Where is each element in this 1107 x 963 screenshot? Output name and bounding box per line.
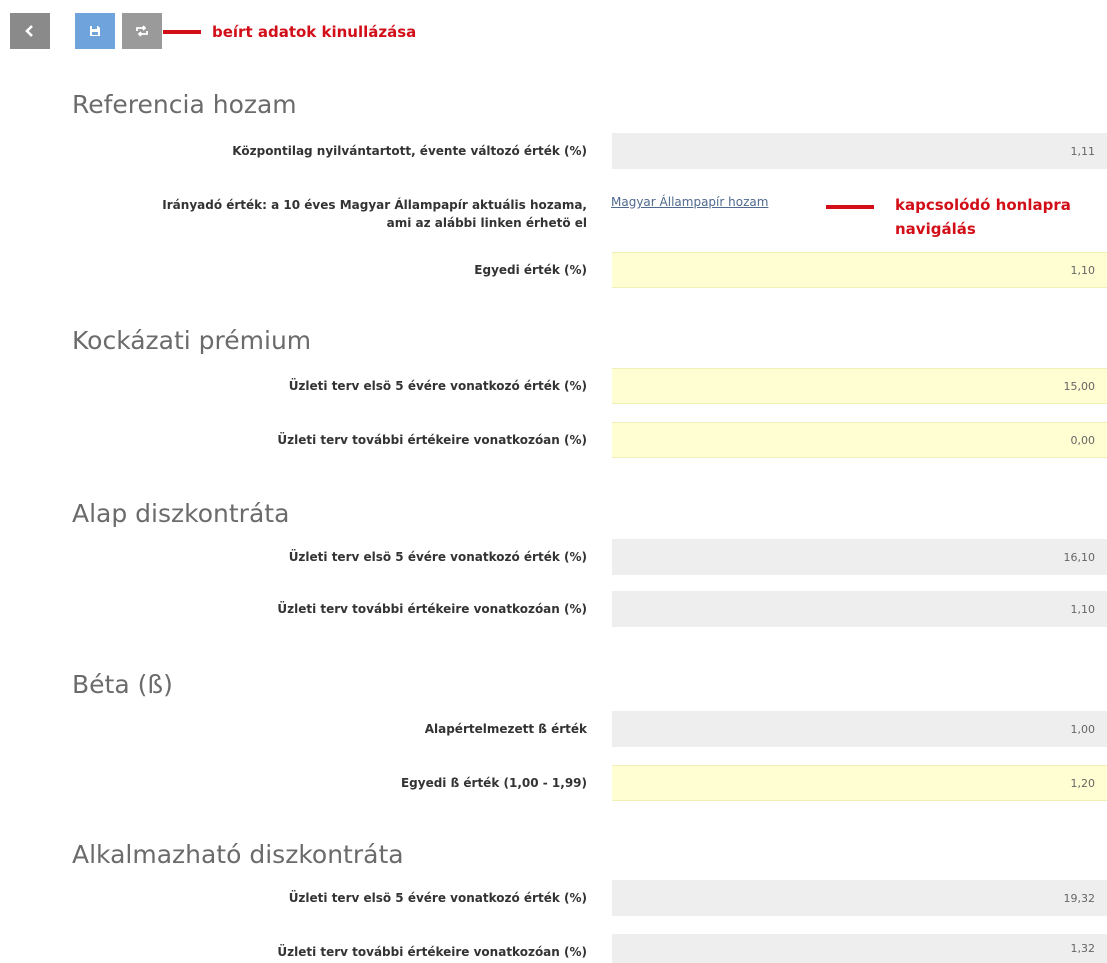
link-annotation-line2: navigálás bbox=[895, 220, 976, 238]
section-title-referencia-hozam: Referencia hozam bbox=[72, 90, 297, 119]
base-further-label: Üzleti terv további értékeire vonatkozóa… bbox=[277, 602, 587, 616]
allampapir-hozam-link[interactable]: Magyar Állampapír hozam bbox=[611, 195, 768, 209]
applicable-first5-label: Üzleti terv elsö 5 évére vonatkozó érték… bbox=[288, 891, 587, 905]
back-button[interactable] bbox=[10, 13, 50, 49]
reset-annotation: beírt adatok kinullázása bbox=[212, 23, 417, 41]
save-button[interactable] bbox=[75, 13, 115, 49]
custom-value-label: Egyedi érték (%) bbox=[474, 263, 587, 277]
guide-value-label-line2: ami az alábbi linken érhetö el bbox=[386, 216, 587, 230]
risk-first5-label: Üzleti terv elsö 5 évére vonatkozó érték… bbox=[288, 379, 587, 393]
beta-default-label: Alapértelmezett ß érték bbox=[424, 722, 587, 736]
refresh-icon bbox=[136, 25, 148, 37]
risk-further-input[interactable] bbox=[612, 422, 1107, 458]
base-further-field[interactable] bbox=[612, 591, 1107, 627]
beta-default-field[interactable] bbox=[612, 711, 1107, 747]
beta-custom-label: Egyedi ß érték (1,00 - 1,99) bbox=[400, 776, 587, 790]
link-annotation-line1: kapcsolódó honlapra bbox=[895, 196, 1071, 214]
applicable-further-label: Üzleti terv további értékeire vonatkozóa… bbox=[277, 945, 587, 959]
section-title-alap-diszkontrata: Alap diszkontráta bbox=[72, 499, 290, 528]
base-first5-field[interactable] bbox=[612, 539, 1107, 575]
reset-button[interactable] bbox=[122, 13, 162, 49]
central-value-field[interactable] bbox=[612, 133, 1107, 169]
custom-value-input[interactable] bbox=[612, 252, 1107, 288]
risk-first5-input[interactable] bbox=[612, 368, 1107, 404]
section-title-kockazati-premium: Kockázati prémium bbox=[72, 326, 312, 355]
applicable-further-field[interactable] bbox=[612, 934, 1107, 963]
section-title-beta: Béta (ß) bbox=[72, 670, 173, 699]
central-value-label: Központilag nyilvántartott, évente válto… bbox=[232, 144, 587, 158]
applicable-first5-field[interactable] bbox=[612, 880, 1107, 916]
guide-value-label-line1: Irányadó érték: a 10 éves Magyar Állampa… bbox=[162, 198, 587, 212]
section-title-alkalmazhato-diszkontrata: Alkalmazható diszkontráta bbox=[72, 840, 404, 869]
base-first5-label: Üzleti terv elsö 5 évére vonatkozó érték… bbox=[288, 550, 587, 564]
chevron-left-icon bbox=[25, 25, 33, 37]
risk-further-label: Üzleti terv további értékeire vonatkozóa… bbox=[277, 433, 587, 447]
reset-annotation-line bbox=[163, 30, 201, 34]
beta-custom-input[interactable] bbox=[612, 765, 1107, 801]
link-annotation-line bbox=[826, 205, 874, 209]
floppy-disk-icon bbox=[90, 26, 100, 36]
